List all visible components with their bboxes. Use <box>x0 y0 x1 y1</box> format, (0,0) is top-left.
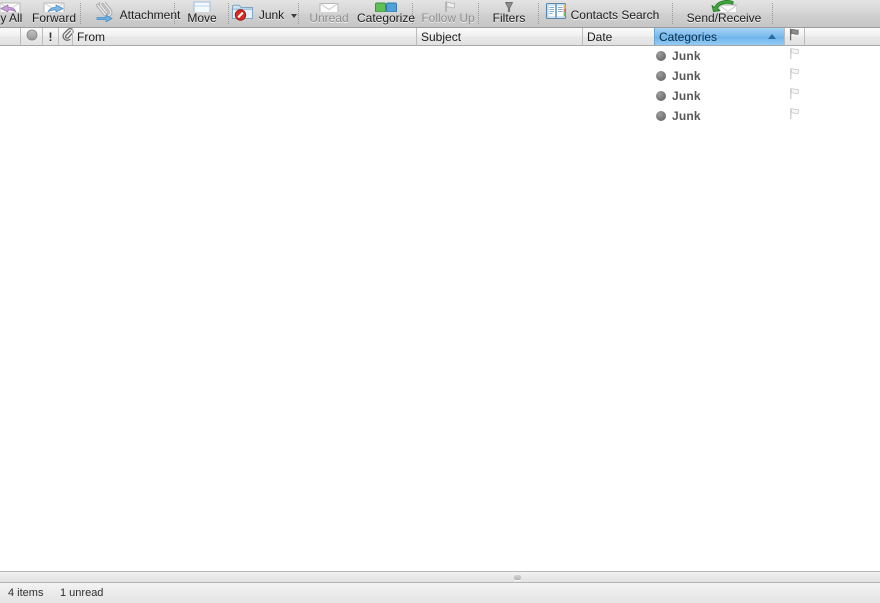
toolbar-button-label: Forward <box>31 11 76 25</box>
column-header-categories[interactable]: Categories <box>654 28 784 45</box>
message-flag-cell[interactable] <box>784 86 804 106</box>
attachment-icon <box>92 2 116 22</box>
reply-all-icon <box>0 0 23 12</box>
message-row[interactable]: Junk <box>0 86 880 106</box>
toolbar-button-forward[interactable]: Forward <box>24 0 84 27</box>
toolbar-separator-2 <box>228 3 230 24</box>
column-header-subject[interactable]: Subject <box>416 28 582 45</box>
toolbar-button-attachment[interactable]: Attachment <box>84 0 188 27</box>
message-category-cell[interactable]: Junk <box>656 66 701 86</box>
send-receive-icon <box>711 0 737 12</box>
message-list-column-header: ! From Subject Date Categories <box>0 28 880 46</box>
toolbar-separator-3 <box>298 3 300 24</box>
toolbar-button-contacts-search[interactable]: Contacts Search <box>544 0 660 27</box>
toolbar-button-filters[interactable]: Filters <box>484 0 534 27</box>
message-category-cell[interactable]: Junk <box>656 46 701 66</box>
flag-outline-icon <box>788 107 801 125</box>
flag-outline-icon <box>788 47 801 65</box>
column-header-flag[interactable] <box>784 28 804 45</box>
message-list[interactable]: Junk Junk Junk Junk <box>0 46 880 571</box>
flag-outline-icon <box>788 87 801 105</box>
sort-ascending-arrow-icon <box>768 34 776 39</box>
toolbar-button-label: Follow Up <box>421 11 475 25</box>
message-row[interactable]: Junk <box>0 66 880 86</box>
toolbar-button-label: ly All <box>0 11 23 25</box>
column-header-label: Subject <box>421 29 462 44</box>
category-color-dot-icon <box>656 51 666 61</box>
toolbar-button-label: Junk <box>258 8 285 22</box>
toolbar-button-unread: Unread <box>302 0 356 27</box>
message-flag-cell[interactable] <box>784 106 804 126</box>
column-header-label: Date <box>587 29 613 44</box>
filters-icon <box>496 0 522 12</box>
category-color-dot-icon <box>656 71 666 81</box>
toolbar-button-categorize[interactable]: Categorize <box>352 0 420 27</box>
category-label: Junk <box>672 69 701 83</box>
toolbar-button-label: Filters <box>492 11 526 25</box>
toolbar-separator-7 <box>672 3 674 24</box>
category-color-dot-icon <box>656 91 666 101</box>
flag-outline-icon <box>788 67 801 85</box>
outlook-window: ly All Forward Attachment Move Junk Unre… <box>0 0 880 603</box>
splitter-grip-handle[interactable] <box>514 575 521 580</box>
column-header-priority[interactable]: ! <box>42 28 58 45</box>
status-items-count: 4 items <box>8 587 44 599</box>
toolbar-button-label: Categorize <box>356 11 416 25</box>
status-bar: 4 items 1 unread <box>0 583 880 603</box>
toolbar-button-move[interactable]: Move <box>178 0 226 27</box>
toolbar-button-label: Unread <box>309 11 349 25</box>
read-status-circle-icon <box>26 28 38 45</box>
message-flag-cell[interactable] <box>784 46 804 66</box>
categorize-icon <box>373 0 399 12</box>
toolbar-button-label: Send/Receive <box>686 11 762 25</box>
pane-splitter[interactable] <box>0 571 880 583</box>
toolbar-separator-6 <box>538 3 540 24</box>
chevron-down-icon[interactable] <box>291 14 298 18</box>
toolbar-button-label: Attachment <box>119 8 181 22</box>
toolbar-button-junk[interactable]: Junk <box>231 0 298 27</box>
toolbar-button-send-receive[interactable]: Send/Receive <box>682 0 766 27</box>
move-icon <box>189 0 215 12</box>
message-category-cell[interactable]: Junk <box>656 106 701 126</box>
column-header-label: From <box>77 29 105 44</box>
main-toolbar: ly All Forward Attachment Move Junk Unre… <box>0 0 880 28</box>
column-header-from[interactable]: From <box>72 28 416 45</box>
junk-folder-icon <box>231 2 255 22</box>
follow-up-flag-icon <box>435 0 461 12</box>
forward-icon <box>41 0 67 12</box>
category-label: Junk <box>672 89 701 103</box>
message-flag-cell[interactable] <box>784 66 804 86</box>
toolbar-button-label: Move <box>187 11 217 25</box>
category-color-dot-icon <box>656 111 666 121</box>
column-header-date[interactable]: Date <box>582 28 654 45</box>
message-row[interactable]: Junk <box>0 46 880 66</box>
toolbar-button-label: Contacts Search <box>570 8 660 22</box>
message-row[interactable]: Junk <box>0 106 880 126</box>
status-unread-count: 1 unread <box>60 587 104 599</box>
toolbar-button-follow-up: Follow Up <box>416 0 480 27</box>
column-header-read-status[interactable] <box>20 28 42 45</box>
priority-exclamation-icon: ! <box>48 29 53 44</box>
category-label: Junk <box>672 109 701 123</box>
category-label: Junk <box>672 49 701 63</box>
column-header-filler <box>804 28 880 45</box>
message-category-cell[interactable]: Junk <box>656 86 701 106</box>
unread-envelope-icon <box>316 0 342 12</box>
column-header-label: Categories <box>659 29 718 44</box>
contacts-book-icon <box>545 2 567 22</box>
flag-icon <box>788 28 801 45</box>
toolbar-separator-8 <box>772 3 774 24</box>
